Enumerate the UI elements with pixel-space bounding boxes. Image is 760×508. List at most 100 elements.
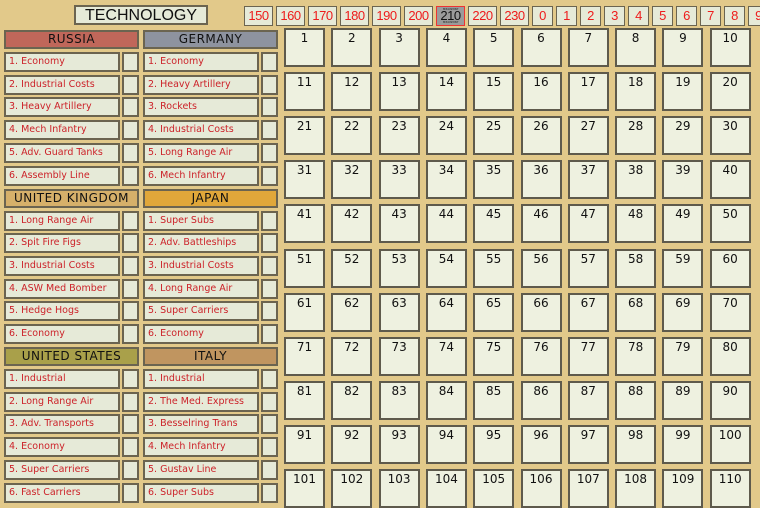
grid-cell-83[interactable]: 83 xyxy=(378,380,420,420)
grid-cell-92[interactable]: 92 xyxy=(331,424,373,464)
score-box-7[interactable]: 7 xyxy=(700,6,721,26)
tech-checkbox[interactable] xyxy=(261,142,278,163)
tech-checkbox[interactable] xyxy=(261,233,278,254)
grid-cell-81[interactable]: 81 xyxy=(284,380,325,420)
grid-cell-86[interactable]: 86 xyxy=(520,380,562,420)
grid-cell-82[interactable]: 82 xyxy=(331,380,373,420)
grid-cell-26[interactable]: 26 xyxy=(520,116,562,156)
grid-cell-51[interactable]: 51 xyxy=(284,248,325,288)
grid-cell-4[interactable]: 4 xyxy=(425,28,467,67)
score-box-150[interactable]: 150 xyxy=(244,6,273,26)
grid-cell-41[interactable]: 41 xyxy=(284,204,325,244)
grid-cell-47[interactable]: 47 xyxy=(567,204,609,244)
grid-cell-37[interactable]: 37 xyxy=(567,160,609,200)
grid-cell-67[interactable]: 67 xyxy=(567,292,609,332)
tech-checkbox[interactable] xyxy=(122,437,139,458)
tech-checkbox[interactable] xyxy=(261,97,278,118)
grid-cell-110[interactable]: 110 xyxy=(709,469,751,508)
grid-cell-79[interactable]: 79 xyxy=(662,336,704,376)
score-box-230[interactable]: 230 xyxy=(500,6,529,26)
grid-cell-87[interactable]: 87 xyxy=(567,380,609,420)
grid-cell-21[interactable]: 21 xyxy=(284,116,325,156)
grid-cell-61[interactable]: 61 xyxy=(284,292,325,332)
grid-cell-28[interactable]: 28 xyxy=(615,116,657,156)
tech-checkbox[interactable] xyxy=(261,369,278,389)
grid-cell-34[interactable]: 34 xyxy=(425,160,467,200)
tech-checkbox[interactable] xyxy=(122,74,139,95)
grid-cell-38[interactable]: 38 xyxy=(615,160,657,200)
grid-cell-106[interactable]: 106 xyxy=(520,469,562,508)
tech-checkbox[interactable] xyxy=(122,369,139,389)
grid-cell-58[interactable]: 58 xyxy=(615,248,657,288)
tech-checkbox[interactable] xyxy=(261,255,278,276)
grid-cell-65[interactable]: 65 xyxy=(473,292,515,332)
grid-cell-44[interactable]: 44 xyxy=(425,204,467,244)
grid-cell-75[interactable]: 75 xyxy=(473,336,515,376)
tech-checkbox[interactable] xyxy=(261,414,278,435)
score-box-2[interactable]: 2 xyxy=(580,6,601,26)
grid-cell-31[interactable]: 31 xyxy=(284,160,325,200)
grid-cell-42[interactable]: 42 xyxy=(331,204,373,244)
grid-cell-85[interactable]: 85 xyxy=(473,380,515,420)
grid-cell-109[interactable]: 109 xyxy=(662,469,704,508)
grid-cell-84[interactable]: 84 xyxy=(425,380,467,420)
score-box-180[interactable]: 180 xyxy=(340,6,369,26)
grid-cell-29[interactable]: 29 xyxy=(662,116,704,156)
grid-cell-25[interactable]: 25 xyxy=(473,116,515,156)
grid-cell-11[interactable]: 11 xyxy=(284,72,325,112)
tech-checkbox[interactable] xyxy=(122,210,139,231)
grid-cell-72[interactable]: 72 xyxy=(331,336,373,376)
grid-cell-15[interactable]: 15 xyxy=(473,72,515,112)
grid-cell-89[interactable]: 89 xyxy=(662,380,704,420)
grid-cell-56[interactable]: 56 xyxy=(520,248,562,288)
grid-cell-107[interactable]: 107 xyxy=(567,469,609,508)
grid-cell-40[interactable]: 40 xyxy=(709,160,751,200)
grid-cell-70[interactable]: 70 xyxy=(709,292,751,332)
tech-checkbox[interactable] xyxy=(122,414,139,435)
grid-cell-45[interactable]: 45 xyxy=(473,204,515,244)
grid-cell-32[interactable]: 32 xyxy=(331,160,373,200)
grid-cell-80[interactable]: 80 xyxy=(709,336,751,376)
grid-cell-94[interactable]: 94 xyxy=(425,424,467,464)
grid-cell-35[interactable]: 35 xyxy=(473,160,515,200)
grid-cell-33[interactable]: 33 xyxy=(378,160,420,200)
score-box-8[interactable]: 8 xyxy=(724,6,745,26)
grid-cell-101[interactable]: 101 xyxy=(284,469,325,508)
grid-cell-108[interactable]: 108 xyxy=(615,469,657,508)
grid-cell-103[interactable]: 103 xyxy=(378,469,420,508)
grid-cell-66[interactable]: 66 xyxy=(520,292,562,332)
tech-checkbox[interactable] xyxy=(261,52,278,72)
grid-cell-53[interactable]: 53 xyxy=(378,248,420,288)
tech-checkbox[interactable] xyxy=(122,97,139,118)
grid-cell-13[interactable]: 13 xyxy=(378,72,420,112)
grid-cell-100[interactable]: 100 xyxy=(709,424,751,464)
score-box-170[interactable]: 170 xyxy=(308,6,337,26)
grid-cell-39[interactable]: 39 xyxy=(662,160,704,200)
score-box-6[interactable]: 6 xyxy=(676,6,697,26)
grid-cell-62[interactable]: 62 xyxy=(331,292,373,332)
tech-checkbox[interactable] xyxy=(122,52,139,72)
tech-checkbox[interactable] xyxy=(261,301,278,322)
grid-cell-63[interactable]: 63 xyxy=(378,292,420,332)
grid-cell-55[interactable]: 55 xyxy=(473,248,515,288)
grid-cell-73[interactable]: 73 xyxy=(378,336,420,376)
score-box-9[interactable]: 9 xyxy=(748,6,760,26)
grid-cell-76[interactable]: 76 xyxy=(520,336,562,376)
tech-checkbox[interactable] xyxy=(261,437,278,458)
tech-checkbox[interactable] xyxy=(122,255,139,276)
grid-cell-91[interactable]: 91 xyxy=(284,424,325,464)
score-box-1[interactable]: 1 xyxy=(556,6,577,26)
grid-cell-102[interactable]: 102 xyxy=(331,469,373,508)
tech-checkbox[interactable] xyxy=(261,278,278,299)
grid-cell-20[interactable]: 20 xyxy=(709,72,751,112)
grid-cell-3[interactable]: 3 xyxy=(378,28,420,67)
score-box-3[interactable]: 3 xyxy=(604,6,625,26)
tech-checkbox[interactable] xyxy=(261,391,278,412)
grid-cell-99[interactable]: 99 xyxy=(662,424,704,464)
grid-cell-46[interactable]: 46 xyxy=(520,204,562,244)
grid-cell-18[interactable]: 18 xyxy=(615,72,657,112)
grid-cell-93[interactable]: 93 xyxy=(378,424,420,464)
grid-cell-50[interactable]: 50 xyxy=(709,204,751,244)
grid-cell-88[interactable]: 88 xyxy=(615,380,657,420)
grid-cell-19[interactable]: 19 xyxy=(662,72,704,112)
